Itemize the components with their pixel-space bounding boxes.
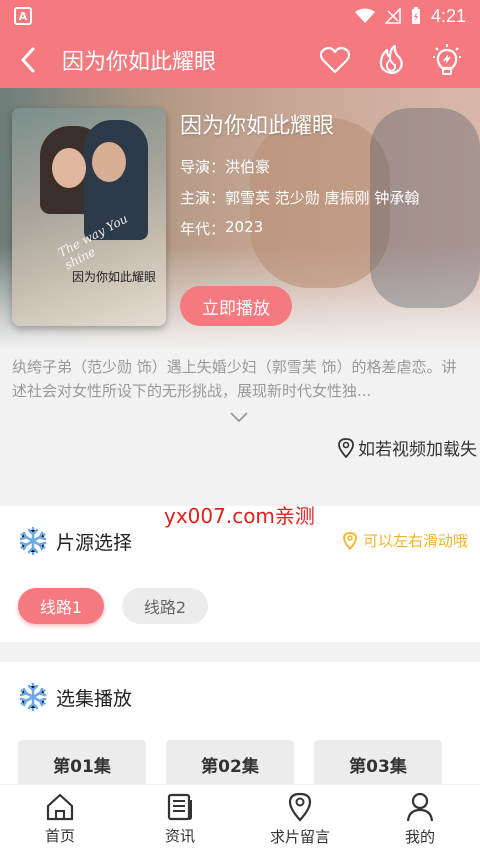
nav-profile[interactable]: 我的 [360,785,480,853]
swipe-hint: 可以左右滑动哦 [343,530,468,551]
year-value: 2023 [225,218,264,236]
nav-news[interactable]: 资讯 [120,785,240,853]
year-label: 年代： [180,220,226,238]
no-signal-icon [384,8,401,24]
report-label: 如若视频加载失 [358,440,477,460]
favorite-button[interactable] [318,43,352,77]
cast-label: 主演： [180,189,226,207]
swipe-hint-label: 可以左右滑动哦 [362,532,468,550]
location-pin-icon [343,531,357,550]
poster-figure [92,142,126,182]
user-icon [406,792,434,821]
app-notification-icon: A [14,7,32,25]
episode-section-header: 选集播放 [18,682,132,712]
nav-profile-label: 我的 [404,827,435,846]
chevron-left-icon [21,47,35,73]
episode-1-button[interactable]: 第01集 [18,740,146,788]
news-icon [167,793,192,820]
top-bar: 因为你如此耀眼 [0,32,480,88]
source-section-header: 片源选择 [18,526,132,556]
poster-figure [52,148,86,188]
idea-button[interactable] [430,43,464,77]
location-pin-icon [338,437,354,458]
movie-hero: The way You shine 因为你如此耀眼 因为你如此耀眼 导演： 洪伯… [0,88,480,350]
movie-poster[interactable]: The way You shine 因为你如此耀眼 [12,108,166,326]
flame-icon [379,45,403,75]
episode-2-button[interactable]: 第02集 [166,740,294,788]
route-1-button[interactable]: 线路1 [18,588,104,624]
episode-section: 选集播放 第01集 第02集 第03集 [0,662,480,792]
snowflake-icon [19,526,47,556]
location-pin-icon [288,792,312,822]
director-row: 导演： 洪伯豪 [180,156,419,177]
home-icon [46,793,74,820]
play-now-button[interactable]: 立即播放 [180,286,292,326]
nav-request-label: 求片留言 [269,827,330,846]
route-2-button[interactable]: 线路2 [122,588,208,624]
year-row: 年代： 2023 [180,218,419,239]
snowflake-icon [19,682,47,712]
nav-home-label: 首页 [44,826,75,845]
movie-description: 纨绔子弟（范少勋 饰）遇上失婚少妇（郭雪芙 饰）的格差虐恋。讲述社会对女性所设下… [12,358,457,400]
nav-news-label: 资讯 [164,826,195,845]
cast-value: 郭雪芙 范少勋 唐振刚 钟承翰 [225,189,420,207]
source-section-title: 片源选择 [56,531,133,554]
clock: 4:21 [430,5,466,26]
back-button[interactable] [0,32,56,88]
watermark-text: yx007.com亲测 [164,504,315,528]
director-label: 导演： [180,158,226,176]
poster-title: 因为你如此耀眼 [72,270,157,284]
movie-title: 因为你如此耀眼 [180,114,335,139]
cast-row: 主演： 郭雪芙 范少勋 唐振刚 钟承翰 [180,187,419,208]
director-value: 洪伯豪 [225,158,271,176]
page-title: 因为你如此耀眼 [62,50,217,75]
wifi-icon [354,8,375,23]
chevron-down-icon[interactable] [229,411,249,423]
episode-section-title: 选集播放 [56,687,133,710]
battery-icon [411,7,420,24]
heart-icon [320,46,350,74]
status-bar: A 4:21 [0,0,480,32]
hot-button[interactable] [374,43,408,77]
bottom-nav: 首页 资讯 求片留言 我的 [0,784,480,853]
lightbulb-icon [433,44,461,75]
movie-info: 因为你如此耀眼 导演： 洪伯豪 主演： 郭雪芙 范少勋 唐振刚 钟承翰 年代： … [180,108,419,249]
episode-3-button[interactable]: 第03集 [314,740,442,788]
report-link[interactable]: 如若视频加载失 [338,435,477,460]
nav-home[interactable]: 首页 [0,785,120,853]
nav-request[interactable]: 求片留言 [240,785,360,853]
